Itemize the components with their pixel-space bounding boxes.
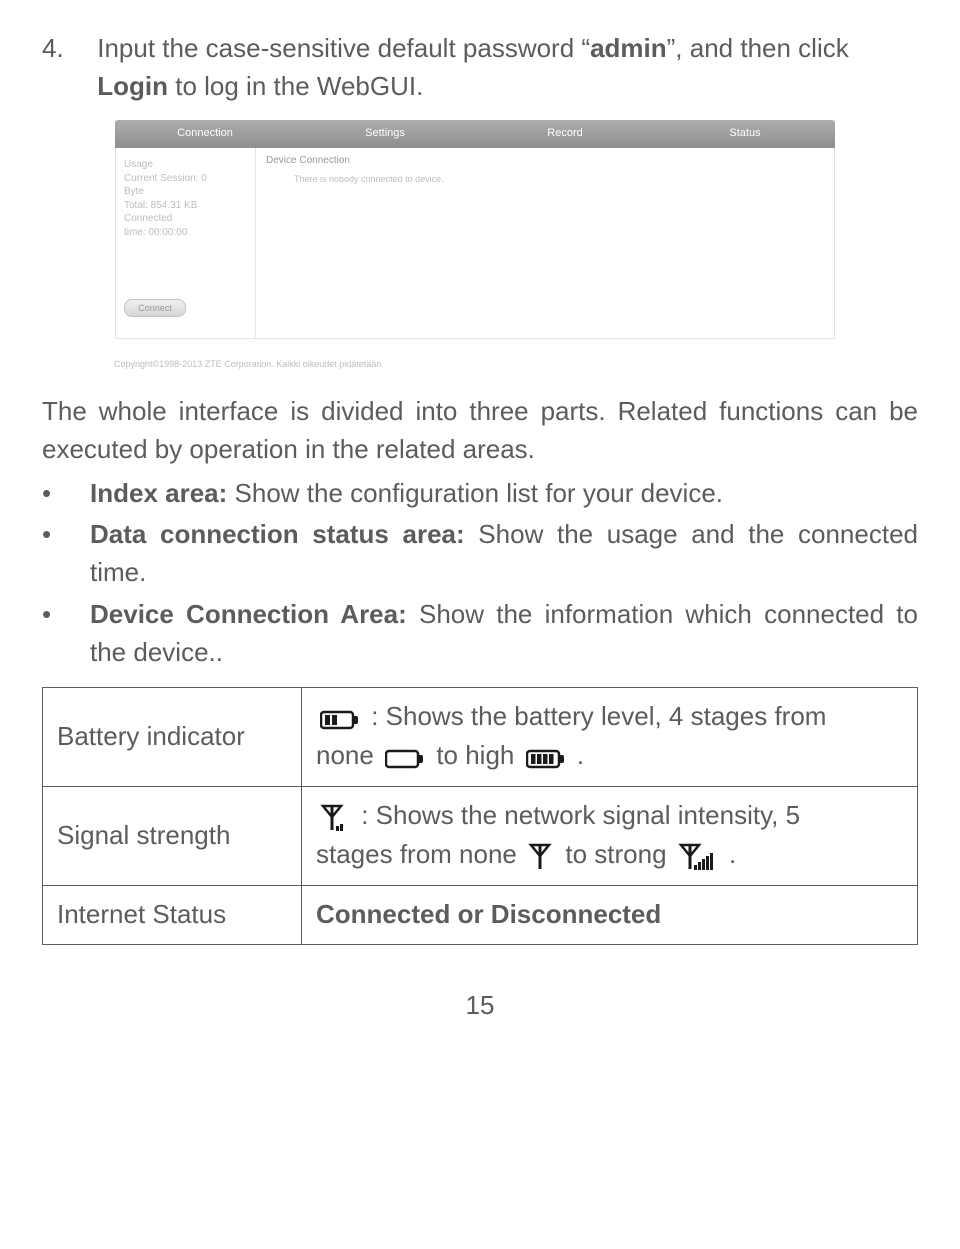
cell-battery-label: Battery indicator	[43, 688, 302, 787]
txt: to strong	[565, 839, 673, 869]
signal-strong-icon	[678, 837, 718, 875]
cell-signal-label: Signal strength	[43, 787, 302, 886]
login-bold: Login	[97, 71, 168, 101]
battery-full-icon	[526, 738, 566, 776]
bullet-list: • Index area: Show the configuration lis…	[42, 475, 918, 671]
step-number: 4.	[42, 30, 90, 68]
cell-internet-label: Internet Status	[43, 886, 302, 945]
side-line: Total: 854.31 KB	[124, 199, 247, 213]
table-row: Battery indicator : Shows the battery le…	[43, 688, 918, 787]
side-line: Usage	[124, 158, 247, 172]
bullet-bold: Data connection status area:	[90, 519, 465, 549]
cell-battery-desc: : Shows the battery level, 4 stages from…	[302, 688, 918, 787]
webgui-screenshot: Connection Settings Record Status Usage …	[114, 119, 836, 340]
step-text: Input the case-sensitive default passwor…	[97, 30, 915, 105]
battery-half-icon	[320, 700, 360, 738]
content-message: There is nobody connected to device.	[294, 173, 824, 186]
txt: none	[316, 740, 381, 770]
txt: .	[722, 839, 736, 869]
txt: .	[570, 740, 584, 770]
txt: to high	[436, 740, 521, 770]
pwd-bold: admin	[590, 33, 667, 63]
bullet-dot: •	[42, 596, 90, 671]
side-line: time: 00:00:00	[124, 226, 247, 240]
webgui-sidebar: Usage Current Session: 0 Byte Total: 854…	[116, 148, 256, 338]
txt: stages from none	[316, 839, 524, 869]
table-row: Signal strength : Shows the network sign…	[43, 787, 918, 886]
battery-empty-icon	[385, 738, 425, 776]
signal-none-icon	[528, 837, 554, 875]
side-line: Connected	[124, 212, 247, 226]
interface-paragraph: The whole interface is divided into thre…	[42, 393, 918, 468]
indicator-table: Battery indicator : Shows the battery le…	[42, 687, 918, 945]
cell-signal-desc: : Shows the network signal intensity, 5 …	[302, 787, 918, 886]
content-header: Device Connection	[266, 154, 824, 169]
side-line: Current Session: 0	[124, 172, 247, 186]
bullet-dot: •	[42, 516, 90, 591]
txt: : Shows the network signal intensity, 5	[354, 800, 800, 830]
bullet-item: • Index area: Show the configuration lis…	[42, 475, 918, 513]
step-text-fragment: ”, and then click	[667, 33, 849, 63]
webgui-content: Device Connection There is nobody connec…	[256, 148, 834, 338]
page-number: 15	[42, 987, 918, 1025]
webgui-copyright: Copyright©1998-2013 ZTE Corporation. Kai…	[114, 358, 918, 371]
bullet-bold: Device Connection Area:	[90, 599, 407, 629]
signal-low-icon	[320, 798, 350, 836]
bullet-item: • Device Connection Area: Show the infor…	[42, 596, 918, 671]
bullet-rest: Show the configuration list for your dev…	[227, 478, 723, 508]
tab-record[interactable]: Record	[475, 126, 655, 142]
cell-internet-desc: Connected or Disconnected	[302, 886, 918, 945]
internet-status-text: Connected or Disconnected	[316, 899, 661, 929]
table-row: Internet Status Connected or Disconnecte…	[43, 886, 918, 945]
step-text-fragment: Input the case-sensitive default passwor…	[97, 33, 590, 63]
bullet-item: • Data connection status area: Show the …	[42, 516, 918, 591]
step-4: 4. Input the case-sensitive default pass…	[42, 30, 918, 105]
bullet-bold: Index area:	[90, 478, 227, 508]
bullet-dot: •	[42, 475, 90, 513]
tab-status[interactable]: Status	[655, 126, 835, 142]
tab-settings[interactable]: Settings	[295, 126, 475, 142]
txt: : Shows the battery level, 4 stages from	[364, 701, 826, 731]
side-line: Byte	[124, 185, 247, 199]
tab-connection[interactable]: Connection	[115, 126, 295, 142]
connect-button[interactable]: Connect	[124, 299, 186, 317]
webgui-tabs: Connection Settings Record Status	[115, 120, 835, 148]
step-text-fragment: to log in the WebGUI.	[168, 71, 423, 101]
